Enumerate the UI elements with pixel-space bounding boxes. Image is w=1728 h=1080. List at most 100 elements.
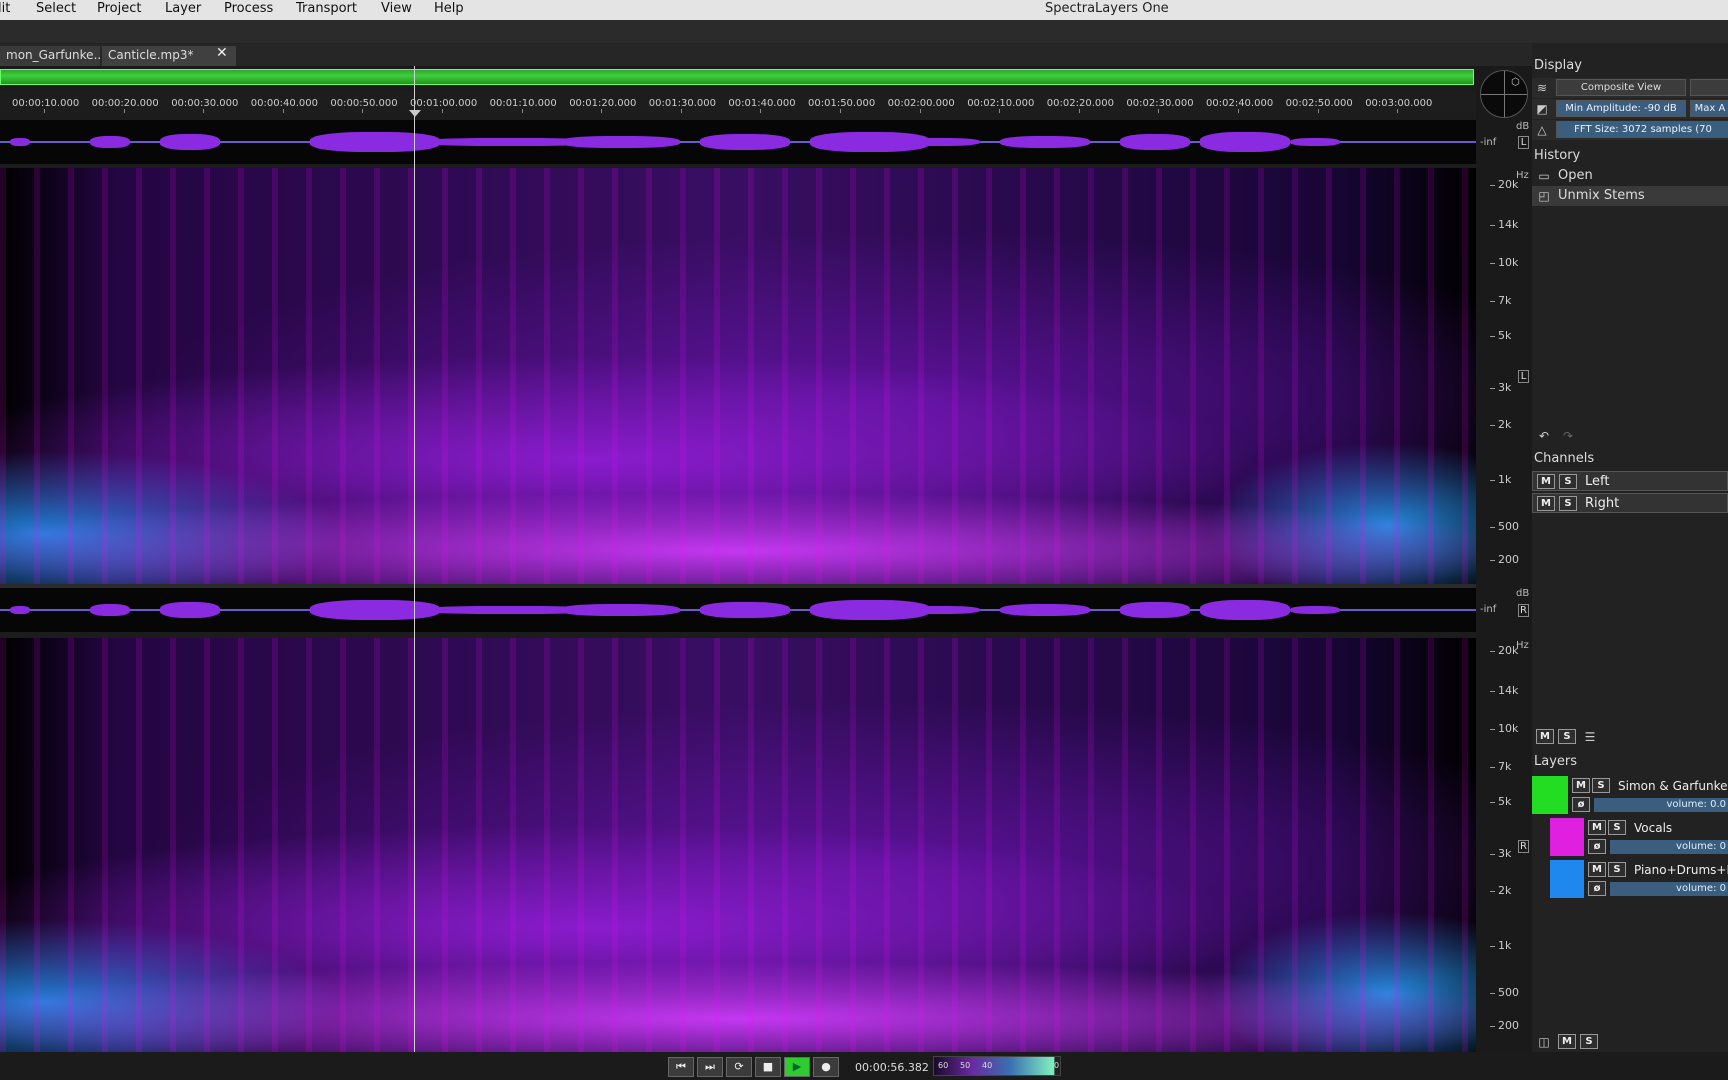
phase-invert-icon[interactable]: ø: [1588, 881, 1606, 896]
channel-right[interactable]: M S Right: [1532, 493, 1728, 513]
playhead-marker[interactable]: [409, 110, 421, 117]
close-tab-icon[interactable]: ✕: [216, 45, 228, 61]
level-meter: 60 50 40 0: [933, 1056, 1061, 1076]
channel-left[interactable]: M S Left: [1532, 471, 1728, 491]
history-item-open[interactable]: ▭ Open: [1532, 166, 1728, 186]
solo-button[interactable]: S: [1608, 862, 1626, 877]
side-panel: Display ≋ Composite View ◩ Min Amplitude…: [1532, 44, 1728, 1052]
frequency-tick-label: 500: [1490, 520, 1519, 533]
phase-invert-icon[interactable]: ø: [1588, 839, 1606, 854]
left-channel-badge: L: [1518, 136, 1529, 149]
menu-layer[interactable]: Layer: [165, 1, 201, 16]
display-option-button[interactable]: [1690, 79, 1728, 96]
frequency-tick-label: 3k: [1489, 847, 1512, 860]
solo-all-button[interactable]: S: [1558, 729, 1576, 744]
layer-vocals[interactable]: M S Vocals ø volume: 0: [1532, 818, 1728, 856]
layer-volume-slider[interactable]: volume: 0: [1610, 840, 1728, 854]
waveform-segment: [160, 134, 220, 150]
menu-help[interactable]: Help: [434, 1, 464, 16]
max-amplitude-slider[interactable]: Max A: [1690, 100, 1728, 117]
undo-icon[interactable]: ↶: [1536, 428, 1552, 444]
layer-piano-drums[interactable]: M S Piano+Drums+B ø volume: 0: [1532, 860, 1728, 898]
mute-button[interactable]: M: [1537, 474, 1555, 489]
view-navigator[interactable]: ⬡: [1480, 70, 1528, 118]
frequency-tick-label: 7k: [1489, 294, 1512, 307]
waveform-segment: [1290, 138, 1340, 146]
timeline-tick: [1397, 109, 1399, 113]
waveform-segment: [560, 604, 680, 616]
timeline-label: 00:01:40.000: [728, 98, 796, 109]
waveform-segment: [90, 136, 130, 148]
timeline-label: 00:00:50.000: [330, 98, 398, 109]
solo-layers-button[interactable]: S: [1580, 1034, 1598, 1049]
composite-view-button[interactable]: Composite View: [1556, 79, 1686, 96]
timeline-label: 00:01:30.000: [648, 98, 716, 109]
record-icon[interactable]: ●: [813, 1057, 839, 1077]
frequency-tick-label: 10k: [1489, 722, 1519, 735]
waveform-segment: [160, 602, 220, 618]
stop-icon[interactable]: ■: [755, 1057, 781, 1077]
frequency-tick-label: 14k: [1489, 218, 1519, 231]
fft-size-slider[interactable]: FFT Size: 3072 samples (70: [1556, 121, 1728, 138]
overview-selection[interactable]: [0, 69, 1474, 85]
display-title: Display: [1534, 58, 1582, 73]
timeline-tick: [680, 109, 682, 113]
mute-button[interactable]: M: [1537, 496, 1555, 511]
waveform-segment: [700, 134, 790, 150]
menu-edit[interactable]: lit: [0, 1, 10, 16]
play-icon[interactable]: ▶: [784, 1057, 810, 1077]
right-spectrogram[interactable]: [0, 638, 1476, 1052]
frequency-tick-label: 7k: [1489, 760, 1512, 773]
waveform-segment: [1000, 604, 1090, 616]
solo-button[interactable]: S: [1559, 496, 1577, 511]
min-amplitude-slider[interactable]: Min Amplitude: -90 dB: [1556, 100, 1686, 117]
loop-icon[interactable]: ⟳: [726, 1057, 752, 1077]
mute-button[interactable]: M: [1588, 820, 1606, 835]
timeline-label: 00:01:50.000: [808, 98, 876, 109]
inf-label: -inf: [1480, 137, 1497, 148]
left-waveform[interactable]: [0, 120, 1476, 164]
playhead-line[interactable]: [414, 66, 415, 1052]
frequency-tick-label: 10k: [1489, 256, 1519, 269]
left-frequency-axis: ⬡ dB -inf L Hz 20k 14k 10k 7k 5k 3k 2k 1k 500 200…: [1476, 66, 1532, 584]
skip-back-icon[interactable]: ⏮: [668, 1057, 694, 1077]
menu-view[interactable]: View: [381, 1, 412, 16]
mute-button[interactable]: M: [1572, 778, 1590, 793]
new-layer-icon[interactable]: ◫: [1536, 1034, 1552, 1050]
mute-layers-button[interactable]: M: [1558, 1034, 1576, 1049]
waveform-segment: [10, 138, 30, 146]
frequency-tick-label: 200: [1490, 553, 1519, 566]
history-item-unmix[interactable]: ◰ Unmix Stems: [1532, 186, 1728, 206]
layer-volume-slider[interactable]: volume: 0: [1610, 882, 1728, 896]
right-waveform[interactable]: [0, 588, 1476, 632]
left-spectrogram[interactable]: [0, 168, 1476, 584]
solo-button[interactable]: S: [1592, 778, 1610, 793]
time-ruler[interactable]: 00:00:10.000 00:00:20.000 00:00:30.000 00:0…: [0, 92, 1476, 113]
frequency-tick-label: 500: [1490, 986, 1519, 999]
timeline-label: 00:00:40.000: [250, 98, 318, 109]
timeline-tick: [442, 109, 443, 113]
right-frequency-axis: dB -inf R Hz 20k 14k 10k 7k 5k 3k 2k 1k 500 200 R: [1476, 584, 1532, 1052]
layer-simon-garfunkel[interactable]: M S Simon & Garfunkel ø volume: 0.0: [1532, 776, 1728, 814]
phase-invert-icon[interactable]: ø: [1572, 797, 1590, 812]
timeline-tick: [999, 109, 1001, 113]
timeline-tick: [203, 109, 205, 113]
menu-transport[interactable]: Transport: [296, 1, 357, 16]
solo-button[interactable]: S: [1559, 474, 1577, 489]
list-icon[interactable]: ☰: [1582, 729, 1598, 745]
mute-button[interactable]: M: [1588, 862, 1606, 877]
redo-icon[interactable]: ↷: [1560, 428, 1576, 444]
layers-icon[interactable]: ≋: [1534, 80, 1550, 96]
frequency-tick-label: 5k: [1489, 795, 1512, 808]
layer-volume-slider[interactable]: volume: 0.0: [1594, 798, 1728, 812]
timeline-tick: [282, 109, 284, 113]
menu-project[interactable]: Project: [97, 1, 141, 16]
skip-forward-icon[interactable]: ⏭: [697, 1057, 723, 1077]
overview-strip[interactable]: [0, 66, 1476, 90]
tab-simon-garfunkel[interactable]: mon_Garfunke...: [0, 46, 100, 66]
solo-button[interactable]: S: [1608, 820, 1626, 835]
timeline-tick: [919, 109, 921, 113]
menu-select[interactable]: Select: [36, 1, 76, 16]
menu-process[interactable]: Process: [224, 1, 273, 16]
mute-all-button[interactable]: M: [1536, 729, 1554, 744]
